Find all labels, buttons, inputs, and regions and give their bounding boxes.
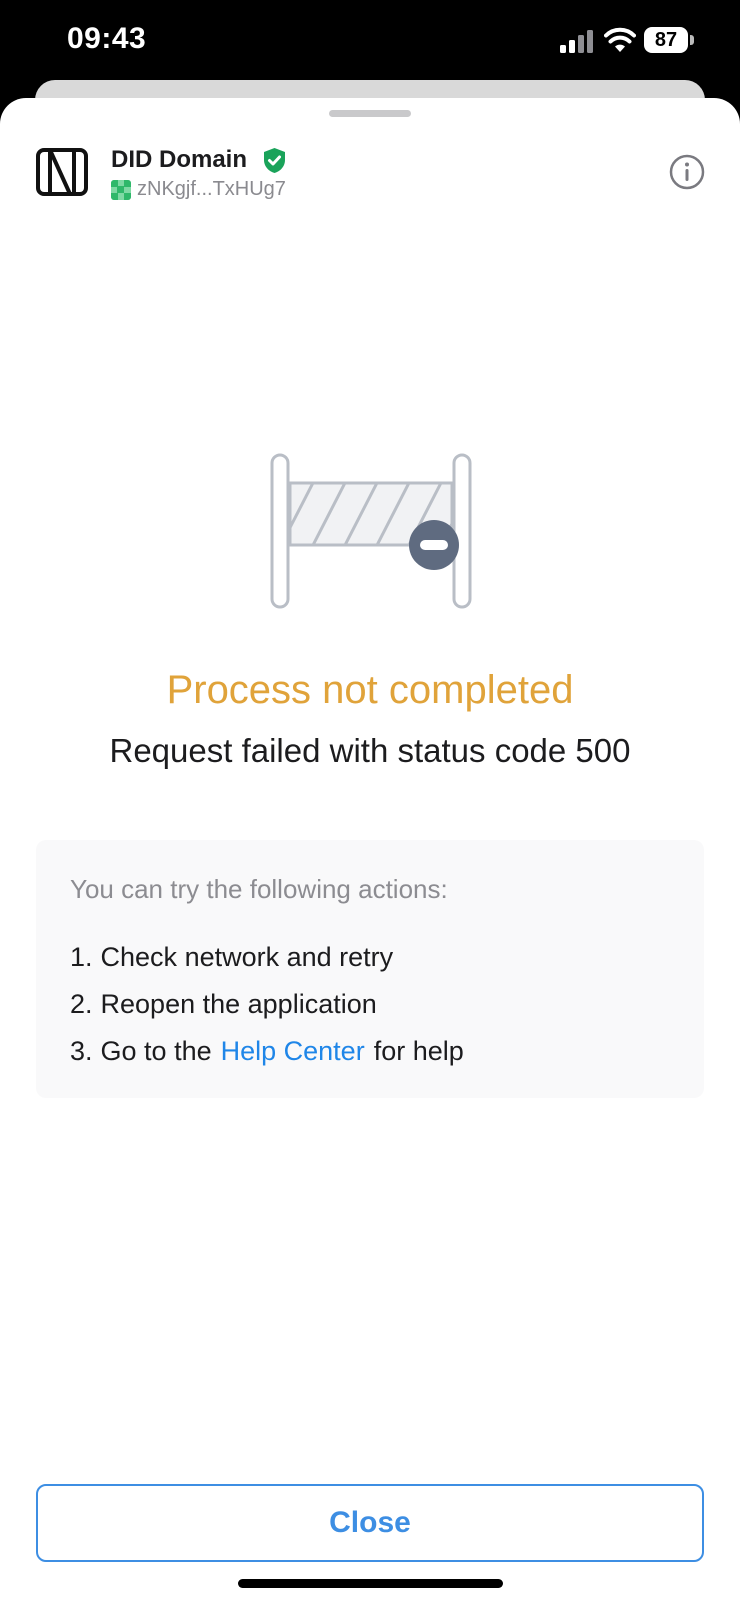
verified-shield-icon — [264, 147, 286, 173]
cellular-signal-icon — [560, 30, 593, 53]
error-title: Process not completed — [166, 668, 574, 712]
battery-tip — [690, 35, 694, 45]
battery-icon: 87 — [644, 27, 694, 55]
help-center-link[interactable]: Help Center — [221, 1036, 365, 1067]
battery-level: 87 — [644, 27, 688, 53]
status-time: 09:43 — [67, 22, 147, 55]
sheet-grabber[interactable] — [329, 110, 411, 117]
action-item: 1. Check network and retry — [70, 942, 393, 973]
screen: 09:43 87 DID Domain zNKgjf...TxHUg7 Proc… — [0, 0, 740, 1600]
action-item: 3. Go to the Help Center for help — [70, 1036, 464, 1067]
status-bar: 09:43 87 — [0, 0, 740, 84]
action-number: 3. — [70, 1036, 93, 1066]
close-button[interactable]: Close — [36, 1484, 704, 1562]
action-number: 2. — [70, 989, 93, 1019]
did-domain-logo-icon — [36, 148, 88, 196]
account-avatar — [111, 179, 131, 200]
action-number: 1. — [70, 942, 93, 972]
bottom-sheet: DID Domain zNKgjf...TxHUg7 Process not c… — [0, 98, 740, 1600]
action-text: Go to the — [100, 1036, 212, 1066]
home-indicator — [238, 1579, 503, 1588]
actions-heading: You can try the following actions: — [70, 874, 448, 904]
wifi-icon — [604, 27, 636, 52]
action-text: Reopen the application — [100, 989, 377, 1019]
suggested-actions-panel: You can try the following actions: 1. Ch… — [36, 840, 704, 1098]
header-title-row: DID Domain — [111, 144, 288, 176]
header-title: DID Domain — [111, 146, 248, 173]
barrier-blocked-icon — [270, 453, 472, 609]
info-circle-icon[interactable] — [669, 154, 705, 190]
error-message: Request failed with status code 500 — [109, 732, 631, 769]
header-address-row: zNKgjf...TxHUg7 — [111, 178, 286, 201]
action-text: for help — [373, 1036, 464, 1066]
account-address: zNKgjf...TxHUg7 — [137, 178, 286, 200]
action-text: Check network and retry — [100, 942, 394, 972]
action-item: 2. Reopen the application — [70, 989, 377, 1020]
